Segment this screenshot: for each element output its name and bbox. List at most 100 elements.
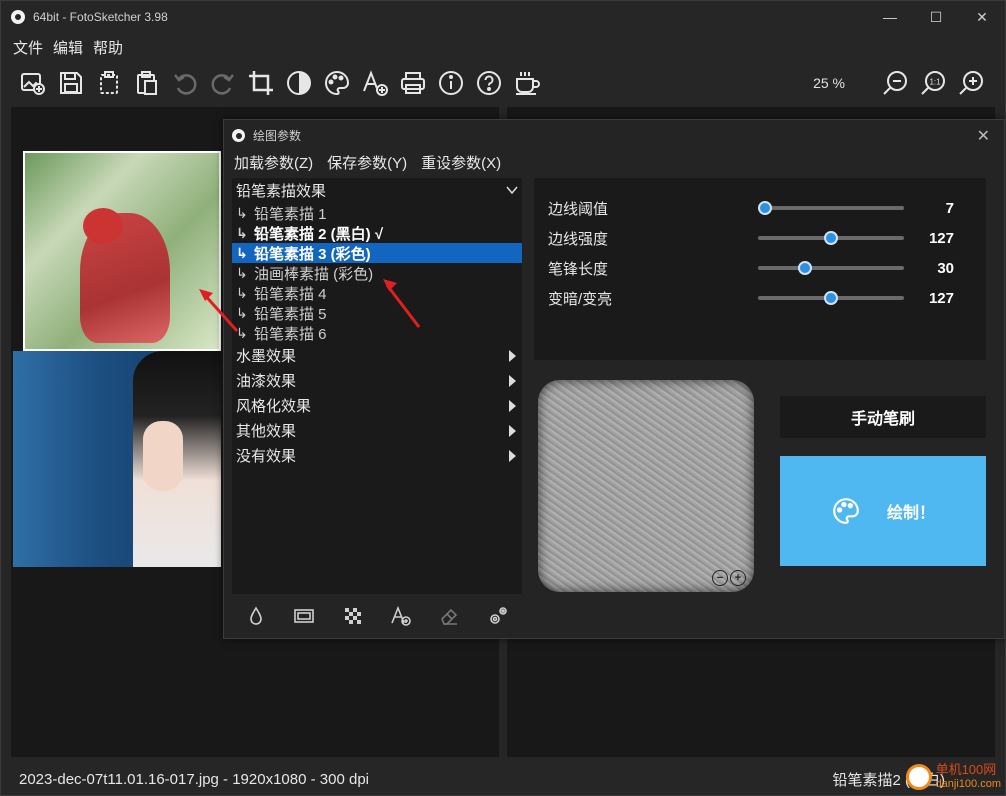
branch-icon: ↳ [236,204,248,221]
param-darken-lighten: 变暗/变亮 127 [548,283,972,313]
group-label: 没有效果 [236,448,297,465]
save-icon[interactable] [55,67,87,99]
dialog-bottom-toolbar [232,598,522,634]
group-pencil-sketch[interactable]: 铅笔素描效果 [232,178,522,203]
zoom-controls: 25 % 1:1 [813,65,987,101]
minimize-button[interactable]: — [867,1,913,33]
svg-text:1:1: 1:1 [929,78,941,87]
source-photo [13,351,221,567]
copy-icon[interactable] [93,67,125,99]
draw-label: 绘制！ [886,505,935,522]
expand-icon [509,425,516,437]
eraser-icon[interactable] [438,605,460,627]
branch-icon: ↳ [236,244,248,261]
palette-icon [833,498,859,524]
zoom-in-icon[interactable] [955,67,987,99]
title-bar: 64bit - FotoSketcher 3.98 — ☐ ✕ [1,1,1005,33]
settings-gears-icon[interactable] [487,605,509,627]
group-label: 油漆效果 [236,373,297,390]
tree-item-label: 铅笔素描 5 [254,305,327,323]
param-value: 7 [945,199,954,217]
menu-save-params[interactable]: 保存参数(Y) [327,152,407,173]
toolbar [17,65,543,101]
status-bar: 2023-dec-07t11.01.16-017.jpg - 1920x1080… [1,763,1005,795]
preview-zoom-controls: − + [712,570,746,586]
group-label: 铅笔素描效果 [236,183,327,200]
redo-icon[interactable] [207,67,239,99]
manual-brush-button[interactable]: 手动笔刷 [780,396,986,438]
group-other[interactable]: 其他效果 [232,418,522,443]
add-text-icon[interactable] [390,605,412,627]
contrast-icon[interactable] [283,67,315,99]
tree-item-label: 铅笔素描 1 [254,205,327,223]
watermark: 单机100网 danji100.com [905,763,1001,791]
add-text-icon[interactable] [359,67,391,99]
coffee-icon[interactable] [511,67,543,99]
menu-help[interactable]: 帮助 [93,37,123,58]
close-button[interactable]: ✕ [959,1,1005,33]
expand-icon [509,400,516,412]
param-value: 127 [928,229,954,247]
dialog-title: 绘图参数 [253,128,302,143]
tree-item-label: 油画棒素描 (彩色) [254,265,374,283]
crop-icon[interactable] [245,67,277,99]
group-paint[interactable]: 油漆效果 [232,368,522,393]
group-none[interactable]: 没有效果 [232,443,522,468]
param-value: 30 [937,259,954,277]
slider-knob[interactable] [797,261,812,275]
edge-threshold-slider[interactable] [758,201,904,215]
darken-lighten-slider[interactable] [758,291,904,305]
edge-intensity-slider[interactable] [758,231,904,245]
help-icon[interactable] [473,67,505,99]
stroke-length-slider[interactable] [758,261,904,275]
group-stylize[interactable]: 风格化效果 [232,393,522,418]
dialog-close-icon[interactable]: ✕ [977,126,990,146]
menu-reset-params[interactable]: 重设参数(X) [421,152,501,173]
param-label: 边线强度 [548,230,609,248]
menu-load-params[interactable]: 加载参数(Z) [234,152,313,173]
zoom-actual-size-icon[interactable]: 1:1 [917,67,949,99]
draw-button[interactable]: 绘制！ [780,456,986,566]
dialog-title-bar: 绘图参数 ✕ [224,120,1004,150]
zoom-out-icon[interactable] [879,67,911,99]
effect-tree: 铅笔素描效果 ↳ 铅笔素描 1 ↳ 铅笔素描 2 (黑白) √ ↳ 铅笔素描 3 (彩… [232,178,522,594]
dialog-menu: 加载参数(Z) 保存参数(Y) 重设参数(X) [234,152,501,173]
texture-icon[interactable] [342,605,364,627]
dialog-logo-icon [232,128,245,142]
expand-icon [509,375,516,387]
slider-knob[interactable] [824,291,838,305]
parrot-head [83,208,123,244]
tree-item-label: 铅笔素描 4 [254,285,327,303]
maximize-button[interactable]: ☐ [913,1,959,33]
slider-knob[interactable] [824,231,838,245]
tree-item-pencil-1[interactable]: ↳ 铅笔素描 1 [232,203,522,223]
watermark-text: 单机100网 danji100.com [936,763,1001,791]
watermark-logo-icon [905,764,932,790]
file-info: 2023-dec-07t11.01.16-017.jpg - 1920x1080… [19,770,369,788]
tree-item-pencil-3[interactable]: ↳ 铅笔素描 3 (彩色) [232,243,522,263]
collapse-icon [506,186,518,194]
menu-edit[interactable]: 编辑 [53,37,83,58]
menu-file[interactable]: 文件 [13,37,43,58]
watermark-brand: 单机100网 [935,762,997,777]
info-icon[interactable] [435,67,467,99]
tree-item-label: 铅笔素描 3 (彩色) [254,245,371,263]
paste-icon[interactable] [131,67,163,99]
undo-icon[interactable] [169,67,201,99]
group-ink[interactable]: 水墨效果 [232,343,522,368]
preview-zoom-out-icon[interactable]: − [712,570,728,586]
app-window: 64bit - FotoSketcher 3.98 — ☐ ✕ 文件 编辑 帮助… [0,0,1006,796]
window-controls: — ☐ ✕ [867,1,1005,33]
print-icon[interactable] [397,67,429,99]
annotation-arrow-icon [383,279,421,328]
open-image-icon[interactable] [17,67,49,99]
slider-knob[interactable] [758,201,773,215]
palette-icon[interactable] [321,67,353,99]
frame-icon[interactable] [293,605,315,627]
group-label: 水墨效果 [236,348,297,365]
tree-item-label: 铅笔素描 2 (黑白) √ [254,225,384,243]
preview-zoom-in-icon[interactable]: + [730,570,746,586]
tree-item-pencil-2[interactable]: ↳ 铅笔素描 2 (黑白) √ [232,223,522,243]
param-label: 变暗/变亮 [548,290,613,308]
water-drop-icon[interactable] [245,605,267,627]
